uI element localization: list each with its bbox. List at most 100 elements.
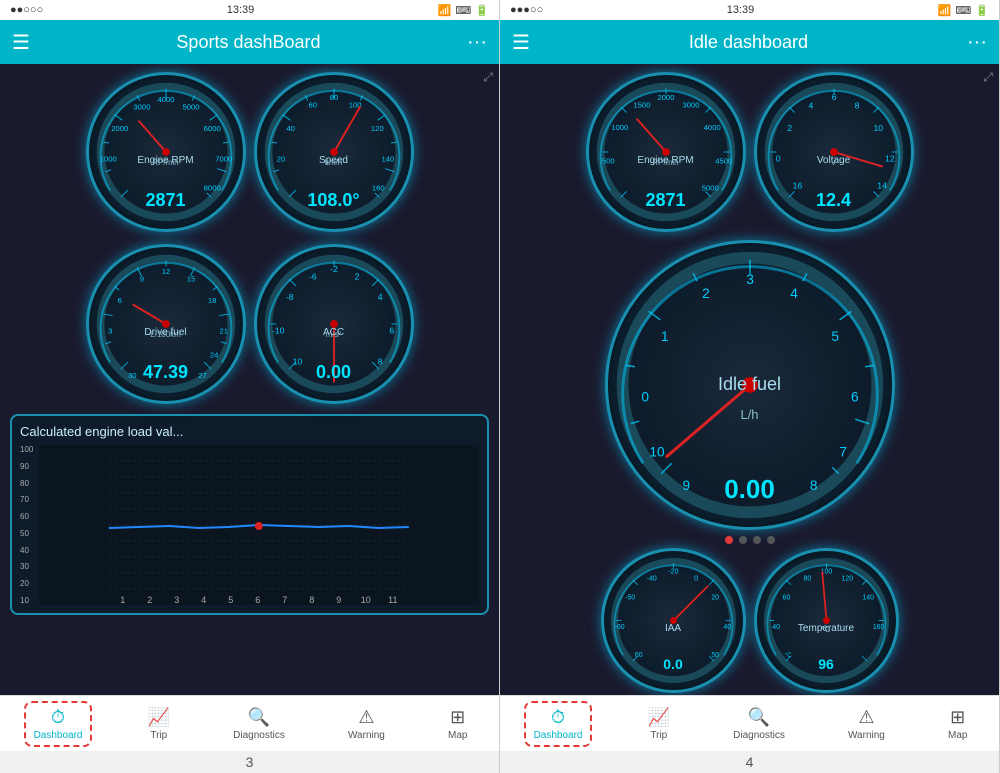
gauges-row-mid-1: 3 6 9 12 15 18 21 24 27 30 Drive fuel L/…	[0, 236, 499, 408]
drivefuel-sublabel-1: L/100km	[150, 330, 181, 339]
svg-text:15: 15	[186, 275, 195, 284]
drivefuel-value-1: 47.39	[143, 362, 188, 383]
pagination-dot-2[interactable]	[739, 536, 747, 544]
idlefuel-gauge-2[interactable]: 0 1 2 3 4 5 6 7 8 9 10 Idle fuel L/h	[605, 240, 895, 530]
svg-text:60: 60	[308, 101, 317, 110]
svg-text:160: 160	[872, 624, 884, 631]
wifi-icon-1: 📶	[438, 4, 452, 17]
svg-text:20: 20	[711, 595, 719, 602]
svg-text:11: 11	[389, 595, 398, 605]
svg-text:140: 140	[862, 595, 874, 602]
bluetooth-icon-1: ⌨	[455, 4, 471, 17]
tab-warning-icon-2: ⚠	[858, 707, 874, 728]
rpm-gauge-1[interactable]: 1000 2000 3000 4000 5000 6000 7000 8000 …	[86, 72, 246, 232]
tab-dashboard-label-2: Dashboard	[534, 730, 583, 741]
expand-icon-1[interactable]: ⤢	[483, 70, 493, 85]
svg-text:3: 3	[108, 327, 112, 336]
svg-text:5000: 5000	[701, 184, 718, 193]
tab-dashboard-label-1: Dashboard	[34, 730, 83, 741]
voltage-value-2: 12.4	[816, 190, 851, 211]
gauges-row-top-1: 1000 2000 3000 4000 5000 6000 7000 8000 …	[0, 64, 499, 236]
svg-text:6: 6	[117, 296, 121, 305]
tab-map-2[interactable]: ⊞ Map	[940, 703, 975, 745]
tab-warning-label-1: Warning	[348, 730, 385, 741]
svg-text:4000: 4000	[157, 95, 174, 104]
svg-text:14: 14	[877, 181, 887, 191]
tab-trip-1[interactable]: 📈 Trip	[140, 703, 178, 745]
tab-map-icon-2: ⊞	[950, 707, 965, 728]
svg-text:0: 0	[641, 390, 649, 405]
tab-trip-2[interactable]: 📈 Trip	[640, 703, 678, 745]
signal-dots-2: ●●●○○	[510, 4, 543, 16]
svg-text:-10: -10	[271, 326, 284, 336]
tab-diagnostics-1[interactable]: 🔍 Diagnostics	[225, 703, 293, 745]
svg-text:3000: 3000	[133, 103, 150, 112]
tab-dashboard-1[interactable]: ⏱ Dashboard	[24, 701, 93, 747]
tab-warning-2[interactable]: ⚠ Warning	[840, 703, 893, 745]
pagination-2	[500, 532, 999, 548]
temp-sublabel-2: °C	[822, 625, 831, 634]
svg-text:3000: 3000	[682, 101, 699, 110]
temp-gauge-2[interactable]: 40 60 80 100 120 140 160 °C Temperature …	[754, 548, 899, 693]
svg-text:4: 4	[808, 101, 813, 111]
svg-text:120: 120	[370, 124, 383, 133]
svg-text:80: 80	[803, 576, 811, 583]
menu-button-1[interactable]: ☰	[12, 30, 30, 55]
tab-map-label-1: Map	[448, 730, 467, 741]
svg-text:10: 10	[873, 123, 883, 133]
tab-trip-label-1: Trip	[150, 730, 167, 741]
svg-text:4: 4	[202, 595, 207, 605]
more-button-1[interactable]: ···	[467, 31, 487, 54]
tab-warning-1[interactable]: ⚠ Warning	[340, 703, 393, 745]
svg-text:1: 1	[121, 595, 126, 605]
iaa-value-2: 0.0	[663, 656, 682, 672]
content-1: ⤢	[0, 64, 499, 695]
svg-text:60: 60	[634, 652, 642, 659]
pagination-dot-4[interactable]	[767, 536, 775, 544]
signal-dots-1: ●●○○○	[10, 4, 43, 16]
voltage-gauge-2[interactable]: 0 2 4 6 8 10 12 14 16 Voltage V 12.4	[754, 72, 914, 232]
svg-text:4500: 4500	[715, 157, 732, 166]
rpm-value-2: 2871	[645, 190, 685, 211]
svg-text:5: 5	[229, 595, 234, 605]
speed-sublabel-1: km/h	[325, 158, 342, 167]
chart-plot-1: 1 2 3 4 5 6 7 8 9 10 11	[39, 445, 479, 605]
svg-text:3: 3	[175, 595, 180, 605]
tab-warning-icon-1: ⚠	[358, 707, 374, 728]
svg-text:8: 8	[310, 595, 315, 605]
tab-map-1[interactable]: ⊞ Map	[440, 703, 475, 745]
iaa-label-2: IAA	[665, 623, 681, 634]
svg-text:°C: °C	[784, 652, 791, 659]
rpm-gauge-2[interactable]: 500 1000 1500 2000 3000 4000 4500 5000 E…	[586, 72, 746, 232]
chart-svg-1: 1 2 3 4 5 6 7 8 9 10 11	[39, 445, 479, 605]
svg-text:8: 8	[854, 101, 859, 111]
iaa-gauge-2[interactable]: -60 -50 -40 -20 0 20 40 50 60 IAA 0.0	[601, 548, 746, 693]
tab-dashboard-2[interactable]: ⏱ Dashboard	[524, 701, 593, 747]
acc-gauge-1[interactable]: -10 -8 -6 -2 2 4 6 8 10 ACC m/s² 0.00	[254, 244, 414, 404]
svg-text:8: 8	[809, 478, 817, 493]
time-2: 13:39	[727, 4, 755, 16]
svg-text:9: 9	[139, 275, 143, 284]
expand-icon-2[interactable]: ⤢	[983, 70, 993, 85]
svg-text:80: 80	[329, 93, 338, 102]
voltage-sublabel-2: V	[831, 158, 836, 167]
tab-trip-label-2: Trip	[650, 730, 667, 741]
idlefuel-sublabel-2: L/h	[740, 407, 758, 422]
svg-text:30: 30	[128, 371, 137, 380]
pagination-dot-3[interactable]	[753, 536, 761, 544]
svg-text:-40: -40	[646, 576, 656, 583]
phone1: ●●○○○ 13:39 📶 ⌨ 🔋 ☰ Sports dashBoard ···…	[0, 0, 500, 773]
drivefuel-gauge-1[interactable]: 3 6 9 12 15 18 21 24 27 30 Drive fuel L/…	[86, 244, 246, 404]
pagination-dot-1[interactable]	[725, 536, 733, 544]
chart-body-1: 100 90 80 70 60 50 40 30 20 10	[20, 445, 479, 605]
svg-text:-60: -60	[614, 624, 624, 631]
svg-text:40: 40	[772, 624, 780, 631]
rpm-sublabel-2: RP/min	[652, 158, 678, 167]
svg-text:2: 2	[354, 272, 359, 282]
tab-diagnostics-2[interactable]: 🔍 Diagnostics	[725, 703, 793, 745]
more-button-2[interactable]: ···	[967, 31, 987, 54]
battery-icon-2: 🔋	[975, 4, 989, 17]
speed-gauge-1[interactable]: 20 40 60 80 100 120 140 160 Speed km/h 1…	[254, 72, 414, 232]
svg-text:16: 16	[792, 181, 802, 191]
menu-button-2[interactable]: ☰	[512, 30, 530, 55]
